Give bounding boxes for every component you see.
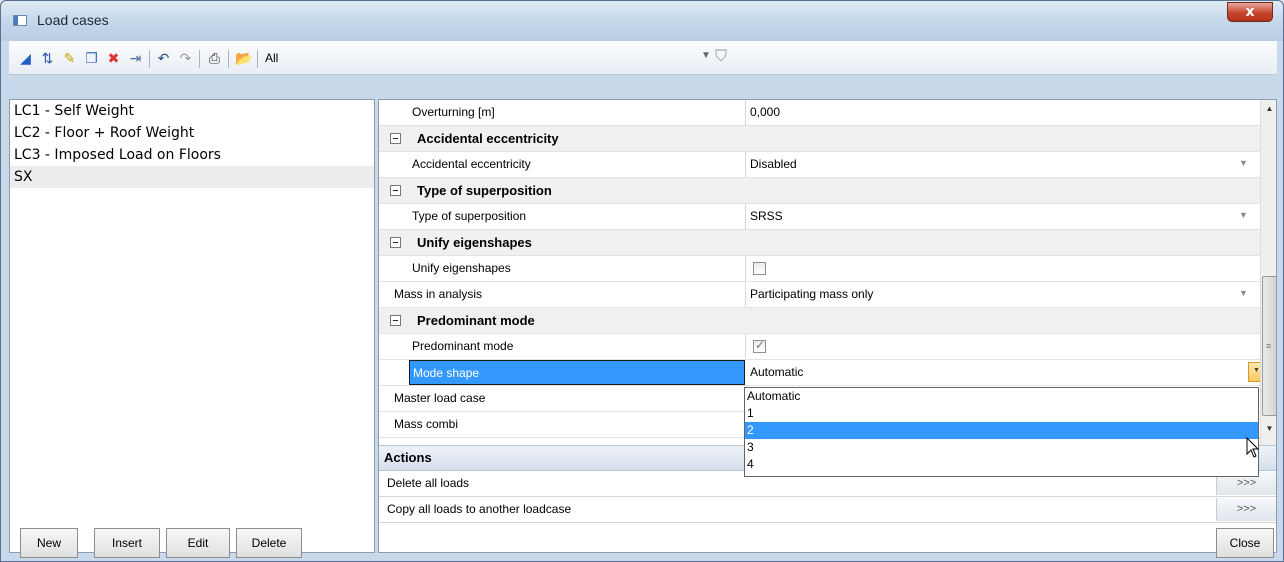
dropdown-option[interactable]: 1 bbox=[745, 405, 1258, 422]
new-icon[interactable]: ◢ bbox=[17, 50, 34, 67]
export-icon[interactable]: ⇥ bbox=[127, 50, 144, 67]
copy-icon[interactable]: ❐ bbox=[83, 50, 100, 67]
property-name: Mass in analysis bbox=[394, 287, 483, 301]
category-name: Accidental eccentricity bbox=[417, 131, 559, 146]
edit-icon[interactable]: ✎ bbox=[61, 50, 78, 67]
property-name: Mass combi bbox=[394, 417, 459, 431]
dropdown-option-highlighted[interactable]: 2 bbox=[745, 422, 1258, 439]
button-row: New Insert Edit Delete Close bbox=[8, 525, 1276, 558]
mode-shape-dropdown: Automatic 1 2 3 4 bbox=[744, 387, 1259, 477]
action-label: Delete all loads bbox=[387, 476, 470, 490]
property-name: Type of superposition bbox=[412, 209, 527, 223]
print-icon[interactable]: ⎙ bbox=[206, 50, 223, 67]
category-row[interactable]: Accidental eccentricity bbox=[379, 126, 1260, 152]
category-row[interactable]: Predominant mode bbox=[379, 308, 1260, 334]
collapse-icon[interactable] bbox=[390, 315, 401, 326]
vertical-scrollbar[interactable]: ▲ ≡ ▼ bbox=[1260, 100, 1276, 445]
insert-button[interactable]: Insert bbox=[94, 528, 160, 558]
action-label: Copy all loads to another loadcase bbox=[387, 502, 572, 516]
scroll-down-icon[interactable]: ▼ bbox=[1261, 420, 1276, 437]
property-name: Overturning [m] bbox=[412, 105, 495, 119]
category-name: Unify eigenshapes bbox=[417, 235, 532, 250]
undo-icon[interactable]: ↶ bbox=[155, 50, 172, 67]
property-row: Mass in analysis Participating mass only… bbox=[379, 282, 1260, 308]
new-button-visible[interactable]: New bbox=[20, 528, 78, 558]
close-window-button[interactable]: x bbox=[1227, 2, 1273, 22]
property-value[interactable]: 0,000 bbox=[748, 100, 780, 125]
predominant-mode-checkbox[interactable] bbox=[753, 338, 766, 353]
redo-icon[interactable]: ↷ bbox=[177, 50, 194, 67]
list-item[interactable]: LC3 - Imposed Load on Floors bbox=[10, 144, 374, 166]
copy-loads-button[interactable]: >>> bbox=[1216, 498, 1276, 521]
property-name: Unify eigenshapes bbox=[412, 261, 511, 275]
property-value[interactable]: Participating mass only bbox=[748, 282, 873, 307]
mode-shape-value[interactable]: Automatic bbox=[748, 360, 803, 385]
delete-button[interactable]: Delete bbox=[236, 528, 302, 558]
insert-icon[interactable]: ⇅ bbox=[39, 50, 56, 67]
edit-button[interactable]: Edit bbox=[166, 528, 230, 558]
filter-icon[interactable]: ⛉ bbox=[715, 48, 727, 66]
property-row: Overturning [m] 0,000 bbox=[379, 100, 1260, 126]
category-row[interactable]: Unify eigenshapes bbox=[379, 230, 1260, 256]
window-title: Load cases bbox=[37, 12, 109, 28]
property-name: Predominant mode bbox=[412, 339, 514, 353]
property-name: Master load case bbox=[394, 391, 486, 405]
property-row: Unify eigenshapes bbox=[379, 256, 1260, 282]
property-value[interactable]: Disabled bbox=[748, 152, 797, 177]
toolbar-separator bbox=[199, 50, 200, 68]
dropdown-option[interactable]: 3 bbox=[745, 439, 1258, 456]
category-name: Type of superposition bbox=[417, 183, 552, 198]
title-bar: Load cases x bbox=[1, 1, 1283, 41]
toolbar-separator bbox=[149, 50, 150, 68]
dropdown-option[interactable]: 4 bbox=[745, 456, 1258, 473]
list-item[interactable]: LC1 - Self Weight bbox=[10, 100, 374, 122]
category-row[interactable]: Type of superposition bbox=[379, 178, 1260, 204]
toolbar-separator bbox=[257, 50, 258, 68]
list-item-selected[interactable]: SX bbox=[10, 166, 374, 188]
property-name: Accidental eccentricity bbox=[412, 157, 531, 171]
collapse-icon[interactable] bbox=[390, 185, 401, 196]
open-icon[interactable]: 📂 bbox=[235, 50, 252, 67]
collapse-icon[interactable] bbox=[390, 133, 401, 144]
toolbar: ◢ ⇅ ✎ ❐ ✖ ⇥ ↶ ↷ ⎙ 📂 All ▼ ⛉ bbox=[9, 41, 1277, 75]
property-name[interactable]: Mode shape bbox=[409, 360, 745, 385]
property-grid: Overturning [m] 0,000 Accidental eccentr… bbox=[378, 99, 1277, 553]
scroll-up-icon[interactable]: ▲ bbox=[1261, 100, 1276, 117]
dropdown-option[interactable]: Automatic bbox=[745, 388, 1258, 405]
chevron-down-icon[interactable]: ▼ bbox=[1239, 158, 1248, 168]
chevron-down-icon[interactable]: ▼ bbox=[701, 50, 711, 61]
property-value[interactable]: SRSS bbox=[748, 204, 783, 229]
mouse-cursor-icon bbox=[1246, 437, 1260, 458]
close-button[interactable]: Close bbox=[1216, 528, 1274, 558]
property-row-selected: Mode shape Automatic bbox=[379, 360, 1265, 386]
load-cases-window: Load cases x ◢ ⇅ ✎ ❐ ✖ ⇥ ↶ ↷ ⎙ 📂 All ▼ ⛉… bbox=[0, 0, 1284, 562]
collapse-icon[interactable] bbox=[390, 237, 401, 248]
load-case-list: LC1 - Self Weight LC2 - Floor + Roof Wei… bbox=[9, 99, 375, 553]
filter-select[interactable]: All bbox=[265, 51, 278, 65]
list-item[interactable]: LC2 - Floor + Roof Weight bbox=[10, 122, 374, 144]
action-row: Copy all loads to another loadcase >>> bbox=[379, 497, 1276, 523]
chevron-down-icon[interactable]: ▼ bbox=[1239, 210, 1248, 220]
chevron-down-icon[interactable]: ▼ bbox=[1239, 288, 1248, 298]
window-icon bbox=[13, 15, 27, 26]
property-row: Type of superposition SRSS ▼ bbox=[379, 204, 1260, 230]
unify-eigenshapes-checkbox[interactable] bbox=[753, 262, 766, 275]
scroll-thumb[interactable]: ≡ bbox=[1262, 276, 1276, 416]
category-name: Predominant mode bbox=[417, 313, 535, 328]
property-row: Accidental eccentricity Disabled ▼ bbox=[379, 152, 1260, 178]
delete-icon[interactable]: ✖ bbox=[105, 50, 122, 67]
toolbar-separator bbox=[228, 50, 229, 68]
property-row: Predominant mode bbox=[379, 334, 1260, 360]
